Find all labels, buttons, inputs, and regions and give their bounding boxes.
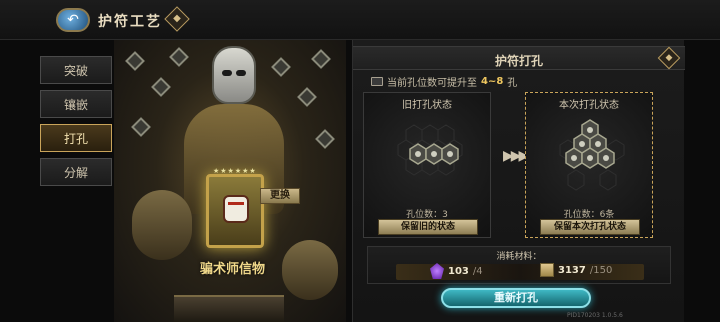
tab-inlay[interactable]: 镶嵌 — [40, 90, 112, 118]
rune-tile — [315, 129, 335, 149]
scroll-icon — [540, 263, 554, 277]
old-hex-grid — [397, 124, 463, 176]
statue-mask — [212, 46, 256, 104]
top-bar: ↶ 护符工艺 ◆ — [0, 0, 720, 40]
crystal-icon — [430, 263, 444, 279]
mask-emblem-icon — [223, 195, 249, 223]
amulet-card[interactable]: ★★★★★★ — [206, 167, 264, 248]
tab-breakthrough[interactable]: 突破 — [40, 56, 112, 84]
hole-hint: 当前孔位数可提升至 4~8 孔 — [371, 74, 517, 89]
panel-title: 护符打孔 — [494, 54, 543, 68]
scroll-need: /150 — [589, 264, 613, 276]
rune-tile — [169, 47, 189, 67]
back-arrow-icon[interactable]: ↶ — [56, 8, 90, 32]
crystal-need: /4 — [472, 265, 483, 277]
rune-tile — [125, 51, 145, 71]
rune-tile — [131, 117, 151, 137]
version-label: PID170203 1.0.5.6 — [567, 312, 623, 319]
arrow-right-icon: ▶▶▶ — [503, 148, 529, 164]
material-scroll: 3137/150 — [540, 263, 612, 277]
item-showcase: ★★★★★★ 更换 骗术师信物 — [114, 40, 346, 322]
tab-punch[interactable]: 打孔 — [40, 124, 112, 152]
panel-header: 护符打孔 ◆ — [353, 46, 685, 70]
old-state-label: 旧打孔状态 — [402, 100, 452, 111]
rune-tile — [271, 57, 291, 77]
rebore-button[interactable]: 重新打孔 — [441, 288, 591, 308]
hole-range: 4~8 — [481, 76, 504, 87]
star-rating: ★★★★★★ — [213, 167, 257, 175]
item-name: 骗术师信物 — [200, 262, 266, 277]
book-icon — [371, 77, 383, 86]
rune-tile — [297, 87, 317, 107]
old-state-box: 旧打孔状态 孔位数：3 保留旧的状态 — [363, 92, 491, 238]
rune-tile — [311, 49, 331, 69]
replace-button[interactable]: 更换 — [260, 188, 300, 204]
crystal-have: 103 — [448, 265, 469, 277]
keep-new-button[interactable]: 保留本次打孔状态 — [540, 219, 640, 235]
craft-tabs: 突破 镶嵌 打孔 分解 — [40, 56, 112, 192]
statue-base — [174, 295, 284, 322]
page-title: 护符工艺 — [98, 14, 162, 30]
cost-title: 消耗材料： — [496, 252, 542, 262]
new-state-label: 本次打孔状态 — [559, 100, 619, 111]
material-crystal: 103/4 — [430, 263, 483, 279]
material-cost: 消耗材料： 103/4 3137/150 — [367, 246, 671, 284]
new-hex-grid — [559, 119, 625, 191]
keep-old-button[interactable]: 保留旧的状态 — [378, 219, 478, 235]
punch-panel: 护符打孔 ◆ 当前孔位数可提升至 4~8 孔 旧打孔状态 孔位数：3 保留旧的状… — [352, 40, 685, 322]
statue-hand-right — [282, 240, 338, 300]
statue-hand-left — [132, 190, 192, 260]
tab-decompose[interactable]: 分解 — [40, 158, 112, 186]
new-state-box: 本次打孔状态 孔位数：6条 保留本次打孔状态 — [525, 92, 653, 238]
scroll-have: 3137 — [558, 264, 586, 276]
rune-tile — [151, 77, 171, 97]
info-diamond-icon[interactable]: ◆ — [164, 6, 190, 32]
